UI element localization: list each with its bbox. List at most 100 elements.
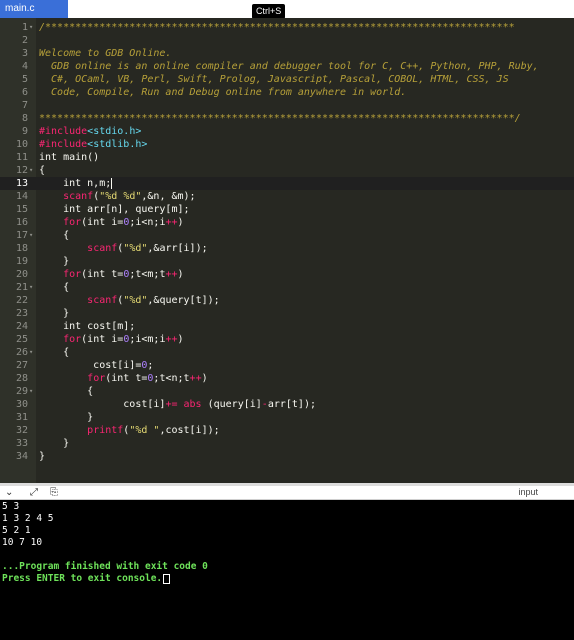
code-text: cost[i]+= abs (query[i]-arr[t]); bbox=[39, 398, 316, 411]
code-text: int cost[m]; bbox=[39, 320, 135, 333]
code-line[interactable]: 10 #include<stdlib.h> bbox=[0, 138, 574, 151]
code-line[interactable]: 16 for(int i=0;i<n;i++) bbox=[0, 216, 574, 229]
fold-toggle-icon[interactable]: ▾ bbox=[29, 164, 33, 177]
copy-icon[interactable]: ⎘ bbox=[50, 487, 58, 498]
code-text: printf("%d ",cost[i]); bbox=[39, 424, 220, 437]
code-text: C#, OCaml, VB, Perl, Swift, Prolog, Java… bbox=[39, 73, 509, 86]
code-text: ****************************************… bbox=[39, 112, 521, 125]
code-line[interactable]: 9 #include<stdio.h> bbox=[0, 125, 574, 138]
code-line[interactable]: 31 } bbox=[0, 411, 574, 424]
fold-toggle-icon[interactable]: ▾ bbox=[29, 385, 33, 398]
console-line: ...Program finished with exit code 0 bbox=[2, 561, 208, 572]
code-text: for(int i=0;i<n;i++) bbox=[39, 216, 184, 229]
code-line[interactable]: 29 ▾ { bbox=[0, 385, 574, 398]
line-number: 16 bbox=[15, 217, 28, 228]
fold-toggle-icon[interactable]: ▾ bbox=[29, 21, 33, 34]
code-line[interactable]: 11 int main() bbox=[0, 151, 574, 164]
fold-toggle-icon[interactable]: ▾ bbox=[29, 229, 33, 242]
code-line[interactable]: 4 GDB online is an online compiler and d… bbox=[0, 60, 574, 73]
code-token: <stdio.h> bbox=[87, 126, 142, 137]
code-text: #include<stdio.h> bbox=[39, 125, 141, 138]
code-token: for bbox=[63, 269, 82, 280]
code-line[interactable]: 14 scanf("%d %d",&n, &m); bbox=[0, 190, 574, 203]
code-token: { bbox=[39, 165, 46, 176]
code-token: { bbox=[39, 386, 94, 397]
fold-toggle-icon[interactable]: ▾ bbox=[29, 346, 33, 359]
code-text: for(int t=0;t<m;t++) bbox=[39, 268, 183, 281]
line-number: 19 bbox=[15, 256, 28, 267]
code-token: (int t= bbox=[81, 269, 124, 280]
code-text: { bbox=[39, 229, 69, 242]
code-token: "%d %d" bbox=[99, 191, 142, 202]
code-token: arr[t]); bbox=[267, 399, 316, 410]
line-number: 22 bbox=[15, 295, 28, 306]
code-token: Welcome to GDB Online. bbox=[39, 48, 172, 59]
code-token: ++ bbox=[165, 217, 178, 228]
line-number: 18 bbox=[15, 243, 28, 254]
code-token: #include bbox=[39, 139, 88, 150]
chevron-down-icon[interactable]: ⌄ bbox=[5, 487, 13, 498]
code-line[interactable]: 21 ▾ { bbox=[0, 281, 574, 294]
input-label[interactable]: input bbox=[518, 486, 538, 499]
console-toolbar: ⌄ ⤢ ⎘ input bbox=[0, 486, 574, 500]
line-number: 4 bbox=[21, 61, 28, 72]
code-editor[interactable]: 1 ▾/*************************************… bbox=[0, 18, 574, 483]
code-token: ;i<n;i bbox=[129, 217, 166, 228]
code-token: ;t<m;t bbox=[129, 269, 166, 280]
code-line[interactable]: 28 for(int t=0;t<n;t++) bbox=[0, 372, 574, 385]
code-line[interactable]: 30 cost[i]+= abs (query[i]-arr[t]); bbox=[0, 398, 574, 411]
code-line[interactable]: 6 Code, Compile, Run and Debug online fr… bbox=[0, 86, 574, 99]
line-number: 5 bbox=[21, 74, 28, 85]
line-number: 6 bbox=[21, 87, 28, 98]
code-line[interactable]: 32 printf("%d ",cost[i]); bbox=[0, 424, 574, 437]
code-line[interactable]: 18 scanf("%d",&arr[i]); bbox=[0, 242, 574, 255]
code-line[interactable]: 26 ▾ { bbox=[0, 346, 574, 359]
code-line[interactable]: 8 ***************************************… bbox=[0, 112, 574, 125]
code-line[interactable]: 17 ▾ { bbox=[0, 229, 574, 242]
code-text: { bbox=[39, 346, 69, 359]
line-number: 33 bbox=[15, 438, 28, 449]
code-token: ;t<n;t bbox=[153, 373, 190, 384]
code-token: for bbox=[87, 373, 106, 384]
code-token: for bbox=[63, 334, 82, 345]
terminal-cursor bbox=[163, 573, 171, 584]
code-line[interactable]: 3 Welcome to GDB Online. bbox=[0, 47, 574, 60]
code-line[interactable]: 24 int cost[m]; bbox=[0, 320, 574, 333]
code-token: C#, OCaml, VB, Perl, Swift, Prolog, Java… bbox=[39, 74, 509, 85]
line-number: 1 bbox=[21, 22, 28, 33]
code-line[interactable]: 1 ▾ /*************************************… bbox=[0, 21, 574, 34]
code-line[interactable]: 34} bbox=[0, 450, 574, 463]
code-line[interactable]: 7 bbox=[0, 99, 574, 112]
code-token: (int i= bbox=[81, 334, 124, 345]
code-token: ,cost[i]); bbox=[159, 425, 220, 436]
code-text: #include<stdlib.h> bbox=[39, 138, 147, 151]
code-line[interactable]: 12 ▾ { bbox=[0, 164, 574, 177]
tab-main-c[interactable]: main.c bbox=[0, 0, 68, 18]
code-token: } bbox=[39, 451, 46, 462]
code-line[interactable]: 25 for(int i=0;i<m;i++) bbox=[0, 333, 574, 346]
code-token: for bbox=[63, 217, 82, 228]
console-output[interactable]: 5 31 3 2 4 55 2 1 10 7 10 ...Program finis… bbox=[0, 500, 574, 640]
code-token: { bbox=[39, 230, 70, 241]
code-line[interactable]: 2 bbox=[0, 34, 574, 47]
code-line[interactable]: 22 scanf("%d",&query[t]); bbox=[0, 294, 574, 307]
code-token: += bbox=[165, 399, 178, 410]
console-line: 5 3 bbox=[2, 501, 20, 512]
code-text: { bbox=[39, 385, 93, 398]
code-line[interactable]: 13 int n,m; bbox=[0, 177, 574, 190]
code-line[interactable]: 33 } bbox=[0, 437, 574, 450]
code-line[interactable]: 27 cost[i]=0; bbox=[0, 359, 574, 372]
code-token: ) bbox=[177, 217, 184, 228]
expand-icon[interactable]: ⤢ bbox=[30, 487, 38, 498]
line-number: 7 bbox=[21, 100, 28, 111]
code-line[interactable]: 20 for(int t=0;t<m;t++) bbox=[0, 268, 574, 281]
code-line[interactable]: 23 } bbox=[0, 307, 574, 320]
code-line[interactable]: 5 C#, OCaml, VB, Perl, Swift, Prolog, Ja… bbox=[0, 73, 574, 86]
code-line[interactable]: 15 int arr[n], query[m]; bbox=[0, 203, 574, 216]
fold-toggle-icon[interactable]: ▾ bbox=[29, 281, 33, 294]
code-token: int arr[n], query[m]; bbox=[39, 204, 190, 215]
code-text: scanf("%d",&query[t]); bbox=[39, 294, 219, 307]
code-line[interactable]: 19 } bbox=[0, 255, 574, 268]
